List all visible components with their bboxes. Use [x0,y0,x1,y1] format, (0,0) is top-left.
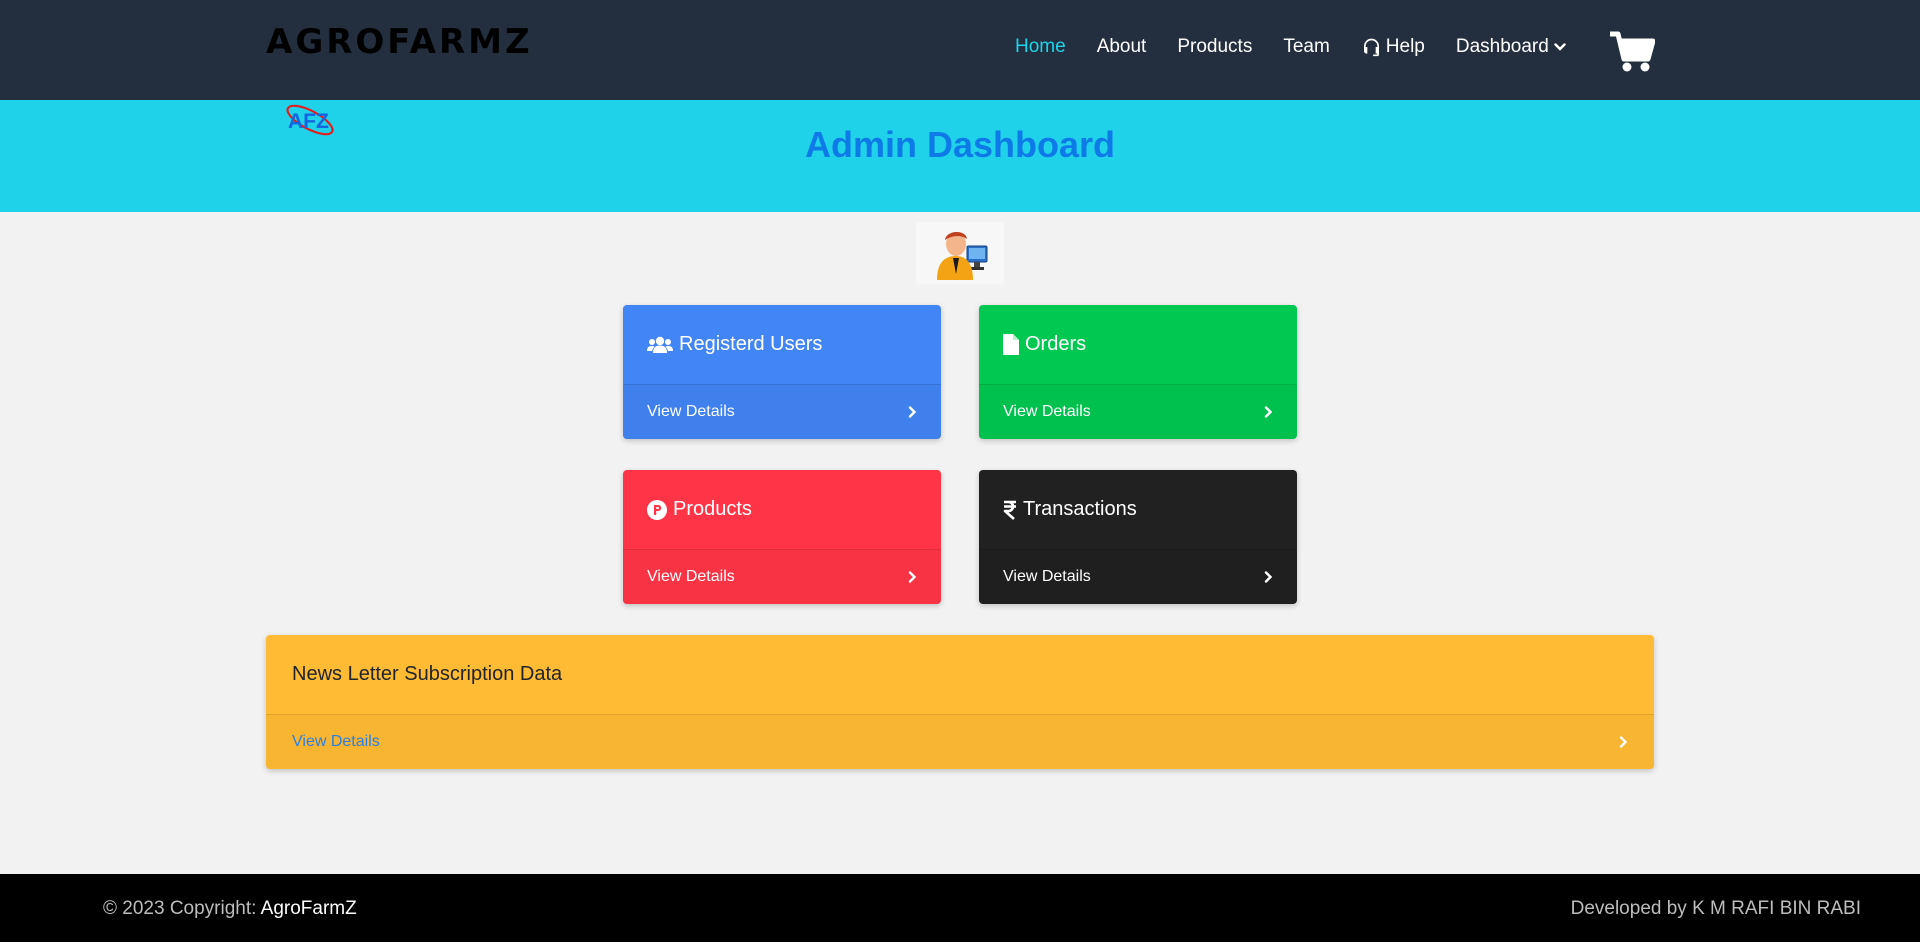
nav-dashboard-label: Dashboard [1455,36,1549,57]
transactions-view-details[interactable]: View Details [979,550,1297,604]
chevron-right-icon [1264,406,1273,418]
products-view-details[interactable]: View Details [623,550,941,604]
transactions-card: Transactions View Details [979,470,1297,604]
nav-products-label: Products [1177,36,1253,57]
view-details-link[interactable]: View Details [1003,403,1091,421]
registered-users-card: Registerd Users View Details [623,305,941,439]
nav-about[interactable]: About [1097,36,1147,58]
card-title: Products [673,498,752,520]
newsletter-title: News Letter Subscription Data [266,635,1654,715]
footer-brand-link[interactable]: AgroFarmZ [261,898,357,919]
chevron-right-icon [1619,736,1628,748]
orders-view-details[interactable]: View Details [979,385,1297,439]
top-navbar: AGROFARMZ Home About Products Team Help … [0,0,1920,100]
chevron-right-icon [908,571,917,583]
copyright-label: © 2023 Copyright: [103,898,261,919]
file-icon [1003,334,1019,355]
card-header: Registerd Users [623,305,941,385]
page-banner: AFZ Admin Dashboard [0,100,1920,212]
nav-home[interactable]: Home [1015,36,1066,58]
card-title: Orders [1025,333,1087,355]
newsletter-view-details[interactable]: View Details [266,715,1654,769]
nav-products[interactable]: Products [1177,36,1252,58]
registered-users-view-details[interactable]: View Details [623,385,941,439]
card-header: Transactions [979,470,1297,550]
brand-title[interactable]: AGROFARMZ [266,22,533,62]
product-hunt-icon [647,499,667,520]
view-details-link[interactable]: View Details [292,733,380,751]
nav-team[interactable]: Team [1283,36,1329,58]
nav-help-label: Help [1385,36,1425,57]
developer-credit: Developed by K M RAFI BIN RABI [1570,898,1861,919]
card-header: Orders [979,305,1297,385]
nav-home-label: Home [1015,36,1066,57]
copyright-text: © 2023 Copyright: AgroFarmZ [103,898,357,920]
view-details-link[interactable]: View Details [1003,568,1091,586]
admin-avatar [916,222,1004,284]
rupee-icon [1003,500,1016,520]
chevron-right-icon [908,406,917,418]
nav-dashboard-dropdown[interactable]: Dashboard [1456,36,1566,58]
admin-user-icon [937,231,988,280]
chevron-down-icon [1554,43,1566,51]
main-nav: Home About Products Team Help Dashboard [1015,36,1597,58]
orders-card: Orders View Details [979,305,1297,439]
page-title: Admin Dashboard [804,124,1116,165]
view-details-link[interactable]: View Details [647,568,735,586]
nav-about-label: About [1096,36,1147,57]
page-footer: © 2023 Copyright: AgroFarmZ Developed by… [0,874,1920,942]
chevron-right-icon [1264,571,1273,583]
newsletter-card: News Letter Subscription Data View Detai… [266,635,1654,769]
card-title: Registerd Users [679,333,823,355]
nav-team-label: Team [1283,36,1330,57]
card-header: Products [623,470,941,550]
nav-help[interactable]: Help [1361,36,1425,58]
card-title: Transactions [1023,498,1137,520]
view-details-link[interactable]: View Details [647,403,735,421]
users-icon [647,336,673,353]
headset-icon [1363,38,1379,57]
products-card: Products View Details [623,470,941,604]
shopping-cart-icon[interactable] [1609,31,1655,73]
